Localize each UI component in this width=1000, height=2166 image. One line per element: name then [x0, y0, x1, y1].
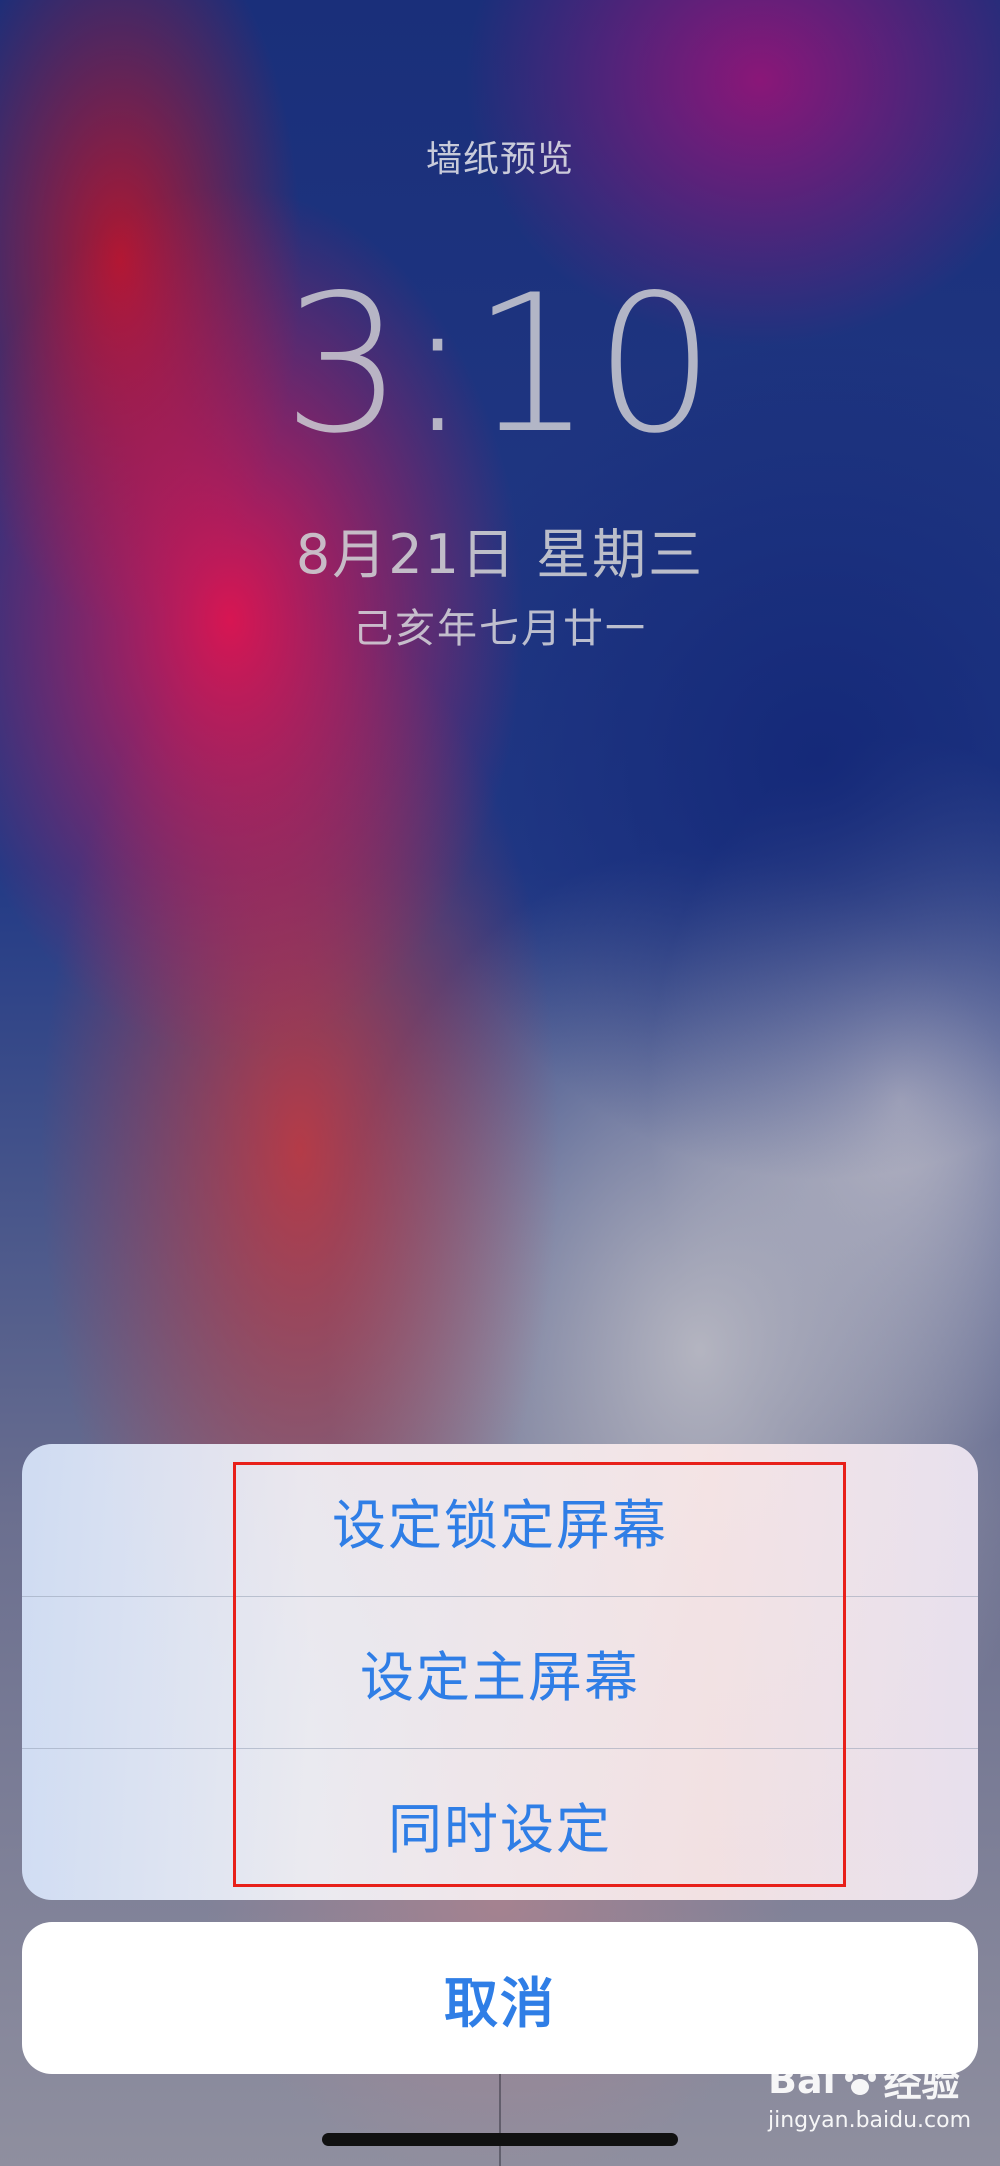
lock-screen-lunar-date: 己亥年七月廿一: [353, 606, 647, 652]
set-lock-screen-button[interactable]: 设定锁定屏幕: [22, 1444, 978, 1596]
cancel-button[interactable]: 取消: [22, 1922, 978, 2074]
set-home-screen-button[interactable]: 设定主屏幕: [22, 1596, 978, 1748]
set-both-button[interactable]: 同时设定: [22, 1748, 978, 1900]
bottom-divider-line: [499, 2074, 501, 2166]
wallpaper-action-sheet: 设定锁定屏幕 设定主屏幕 同时设定: [22, 1444, 978, 1900]
lock-screen-date: 8月21日 星期三: [295, 523, 705, 586]
preview-title: 墙纸预览: [425, 139, 574, 180]
home-indicator[interactable]: [322, 2133, 678, 2146]
lock-screen-time: 3:10: [282, 254, 718, 475]
